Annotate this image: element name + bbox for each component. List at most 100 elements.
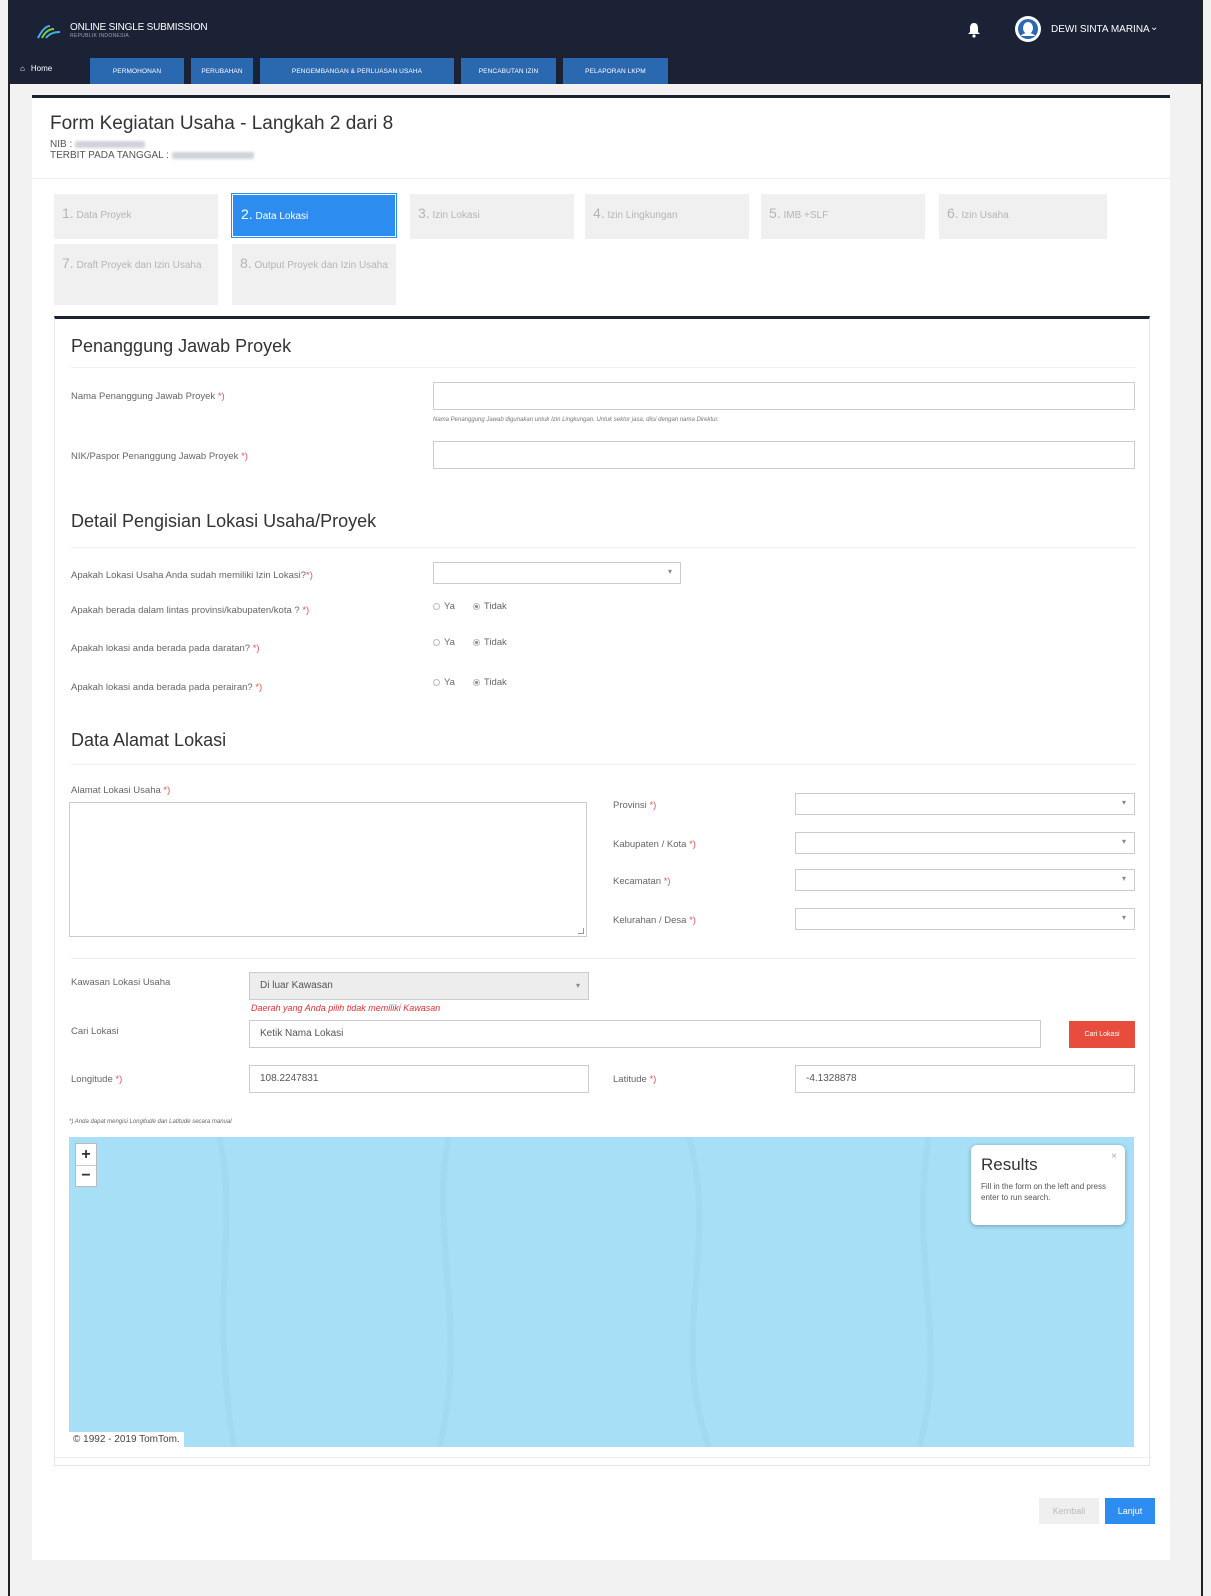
required-mark: *) <box>163 785 171 796</box>
nib-value-redacted <box>75 140 146 148</box>
step-number: 7. <box>62 255 74 271</box>
longitude-value: 108.2247831 <box>260 1073 319 1084</box>
section-title-alamat: Data Alamat Lokasi <box>71 730 227 750</box>
radio-tidak[interactable] <box>472 603 480 610</box>
izin-lokasi-select[interactable]: ▾ <box>433 562 681 584</box>
required-mark: *) <box>115 1074 123 1085</box>
nav-home-label: Home <box>30 64 53 73</box>
kelurahan-select[interactable]: ▾ <box>795 908 1135 930</box>
kembali-button[interactable]: Kembali <box>1039 1498 1099 1524</box>
step-6[interactable]: 6. Izin Usaha <box>939 194 1107 239</box>
radio-ya[interactable] <box>433 639 440 646</box>
chevron-down-icon[interactable]: ⌄ <box>1150 22 1158 33</box>
provinsi-label: Provinsi *) <box>613 800 656 811</box>
zoom-control: + − <box>75 1143 97 1187</box>
latitude-label: Latitude *) <box>613 1074 656 1085</box>
provinsi-select[interactable]: ▾ <box>795 793 1135 815</box>
avatar[interactable] <box>1015 16 1041 42</box>
bell-icon[interactable] <box>967 22 981 38</box>
nav-tab-pencabutan[interactable]: PENCABUTAN IZIN <box>461 58 556 84</box>
nib-label: NIB : <box>50 139 73 150</box>
divider <box>71 764 1136 765</box>
radio-ya[interactable] <box>433 679 440 686</box>
section-title-penanggung-jawab: Penanggung Jawab Proyek <box>71 336 292 356</box>
nama-pj-input[interactable] <box>433 382 1135 410</box>
nama-pj-help: Nama Penanggung Jawab digunakan untuk Iz… <box>433 417 719 423</box>
alamat-textarea[interactable] <box>69 802 587 937</box>
latitude-input[interactable]: -4.1328878 <box>795 1065 1135 1093</box>
label-text: Apakah Lokasi Usaha Anda sudah memiliki … <box>71 570 306 581</box>
label-text: Alamat Lokasi Usaha <box>71 785 161 796</box>
radio-ya[interactable] <box>433 603 440 610</box>
cari-lokasi-input[interactable]: Ketik Nama Lokasi <box>249 1020 1041 1048</box>
nik-pj-input[interactable] <box>433 441 1135 469</box>
step-4[interactable]: 4. Izin Lingkungan <box>585 194 749 239</box>
lanjut-button[interactable]: Lanjut <box>1105 1498 1155 1524</box>
longitude-label: Longitude *) <box>71 1074 122 1085</box>
step-5[interactable]: 5. IMB +SLF <box>761 194 925 239</box>
kecamatan-select[interactable]: ▾ <box>795 869 1135 891</box>
resize-handle-icon[interactable] <box>578 928 584 934</box>
required-mark: *) <box>649 1074 657 1085</box>
label-text: Apakah lokasi anda berada pada perairan? <box>71 682 253 693</box>
kelurahan-label: Kelurahan / Desa *) <box>613 915 696 926</box>
cari-lokasi-button[interactable]: Cari Lokasi <box>1069 1021 1135 1048</box>
divider <box>32 178 1170 179</box>
nav-tab-pelaporan[interactable]: PELAPORAN LKPM <box>563 58 668 84</box>
step-3[interactable]: 3. Izin Lokasi <box>410 194 574 239</box>
alamat-label: Alamat Lokasi Usaha *) <box>71 785 170 796</box>
radio-label: Tidak <box>483 601 507 612</box>
step-label: Data Proyek <box>76 210 132 221</box>
brand-subtitle: REPUBLIK INDONESIA <box>70 32 130 39</box>
username[interactable]: DEWI SINTA MARINA <box>1051 24 1150 35</box>
results-title: Results <box>981 1155 1038 1174</box>
brand[interactable]: ONLINE SINGLE SUBMISSION REPUBLIK INDONE… <box>36 20 208 40</box>
required-mark: *) <box>302 605 310 616</box>
required-mark: *) <box>241 451 248 462</box>
lintas-provinsi-question: Apakah berada dalam lintas provinsi/kabu… <box>71 605 309 616</box>
label-text: Nama Penanggung Jawab Proyek <box>71 391 216 402</box>
step-2-active[interactable]: 2. Data Lokasi <box>231 193 397 238</box>
chevron-down-icon: ▾ <box>1121 798 1126 807</box>
label-text: Kelurahan / Desa <box>613 915 687 926</box>
step-label: Izin Lingkungan <box>607 210 678 221</box>
label-text: Apakah lokasi anda berada pada daratan? <box>71 643 251 654</box>
location-map[interactable]: + − × Results Fill in the form on the le… <box>69 1137 1134 1447</box>
kecamatan-label: Kecamatan *) <box>613 876 671 887</box>
label-text: Apakah berada dalam lintas provinsi/kabu… <box>71 605 300 616</box>
longitude-input[interactable]: 108.2247831 <box>249 1065 589 1093</box>
oss-logo-icon <box>36 20 64 40</box>
nav-home[interactable]: ⌂ Home <box>20 64 52 73</box>
kawasan-select[interactable]: Di luar Kawasan ▾ <box>249 972 589 1000</box>
required-mark: *) <box>689 915 696 926</box>
kabupaten-select[interactable]: ▾ <box>795 832 1135 854</box>
radio-tidak[interactable] <box>472 639 480 646</box>
map-copyright: © 1992 - 2019 TomTom. <box>69 1432 184 1447</box>
radio-tidak[interactable] <box>472 679 480 686</box>
required-mark: *) <box>663 876 671 887</box>
zoom-in-button[interactable]: + <box>76 1144 96 1165</box>
label-text: Kabupaten / Kota <box>613 839 687 850</box>
step-1[interactable]: 1. Data Proyek <box>54 194 218 239</box>
label-text: Latitude <box>613 1074 647 1085</box>
perairan-radio-group: Ya Tidak <box>433 677 507 688</box>
kawasan-label: Kawasan Lokasi Usaha <box>71 977 171 988</box>
zoom-out-button[interactable]: − <box>76 1165 96 1186</box>
step-7[interactable]: 7. Draft Proyek dan Izin Usaha <box>54 244 218 305</box>
radio-label: Tidak <box>483 637 507 648</box>
required-mark: *) <box>217 391 225 402</box>
required-mark: *) <box>252 643 260 654</box>
chevron-down-icon: ▾ <box>1121 913 1126 922</box>
nama-pj-label: Nama Penanggung Jawab Proyek *) <box>71 391 225 402</box>
close-icon[interactable]: × <box>1111 1151 1117 1162</box>
nav-tab-pengembangan[interactable]: PENGEMBANGAN & PERLUASAN USAHA <box>260 58 454 84</box>
nav-tab-perubahan[interactable]: PERUBAHAN <box>191 58 253 84</box>
step-8[interactable]: 8. Output Proyek dan Izin Usaha <box>232 244 396 305</box>
nav-tab-permohonan[interactable]: PERMOHONAN <box>90 58 184 84</box>
placeholder-text: Ketik Nama Lokasi <box>260 1028 344 1039</box>
kawasan-note: Daerah yang Anda pilih tidak memiliki Ka… <box>251 1003 441 1013</box>
required-mark: *) <box>306 570 313 581</box>
step-number: 3. <box>418 205 430 221</box>
terbit-label: TERBIT PADA TANGGAL : <box>50 150 169 161</box>
manual-note: *) Anda dapat mengisi Longitude dan Lati… <box>69 1119 232 1125</box>
